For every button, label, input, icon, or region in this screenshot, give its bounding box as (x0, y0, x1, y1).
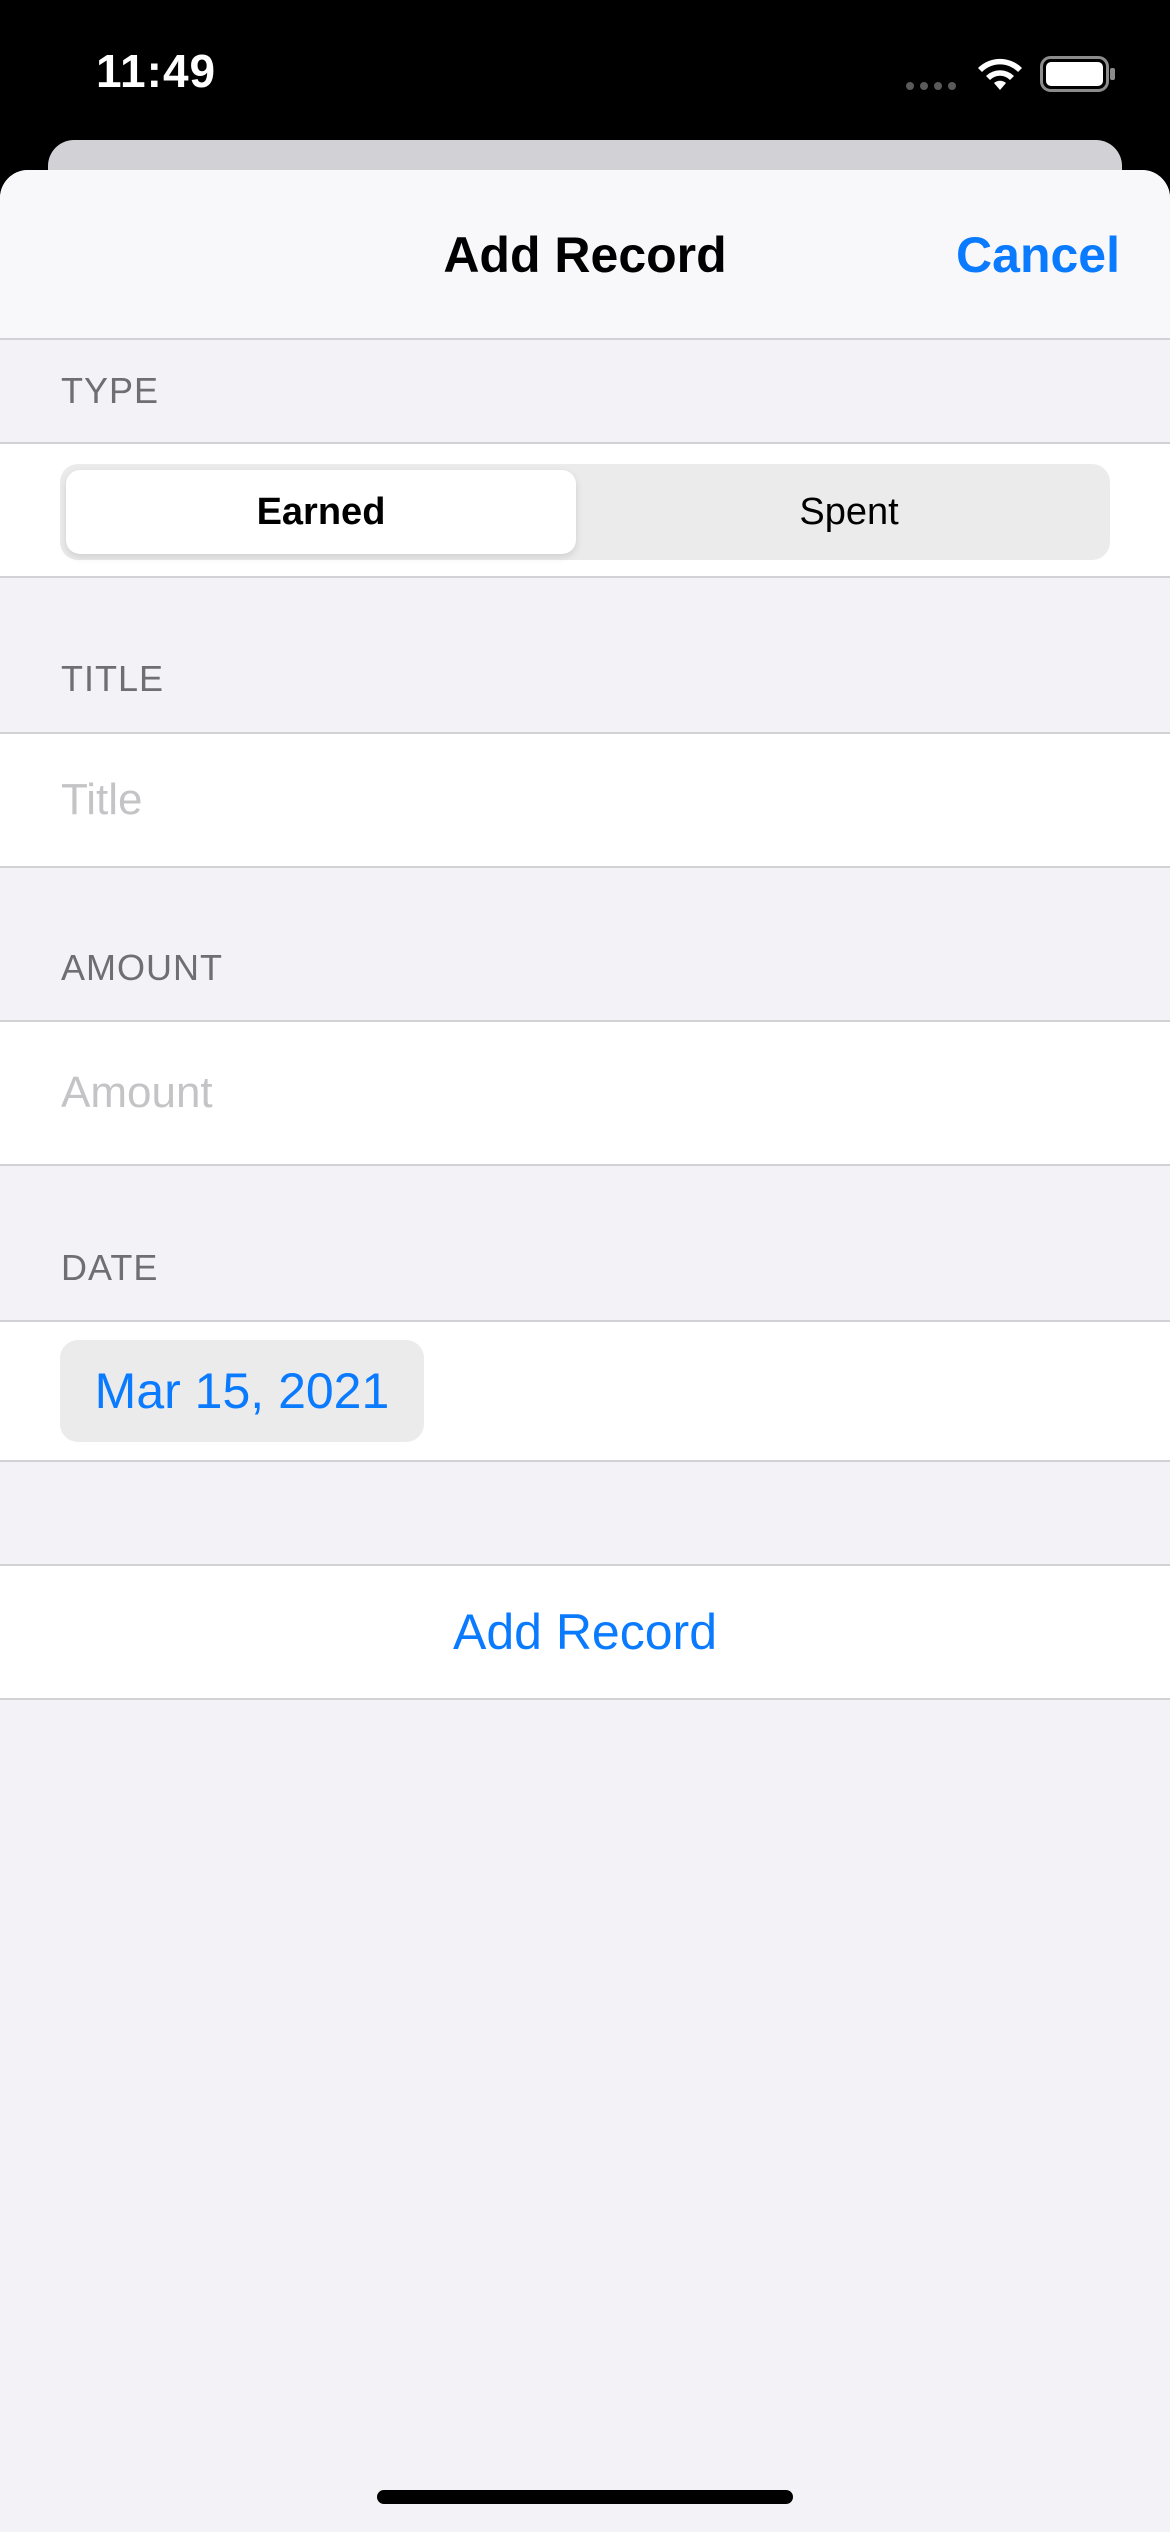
type-segmented-control: Earned Spent (60, 464, 1110, 560)
segment-earned[interactable]: Earned (66, 470, 576, 554)
date-cell: Mar 15, 2021 (0, 1320, 1170, 1462)
cellular-signal-icon (906, 82, 956, 90)
date-picker-button[interactable]: Mar 15, 2021 (60, 1340, 424, 1442)
home-indicator (377, 2490, 793, 2504)
navigation-bar: Add Record Cancel (0, 170, 1170, 340)
add-record-sheet: Add Record Cancel TYPE Earned Spent TITL… (0, 170, 1170, 2532)
section-header-date: DATE (61, 1247, 159, 1288)
amount-cell (0, 1020, 1170, 1166)
title-cell (0, 732, 1170, 868)
amount-input[interactable] (61, 1022, 1111, 1164)
section-header-type: TYPE (61, 370, 160, 411)
status-time: 11:49 (96, 45, 217, 97)
battery-icon (1040, 56, 1115, 92)
segment-spent[interactable]: Spent (594, 470, 1104, 554)
status-bar: 11:49 (0, 0, 1170, 150)
title-input[interactable] (61, 734, 1111, 866)
wifi-icon (978, 58, 1022, 90)
add-record-button[interactable]: Add Record (0, 1564, 1170, 1700)
cancel-button[interactable]: Cancel (956, 226, 1120, 284)
section-header-title: TITLE (61, 658, 165, 699)
section-header-amount: AMOUNT (61, 947, 223, 988)
type-cell: Earned Spent (0, 442, 1170, 578)
